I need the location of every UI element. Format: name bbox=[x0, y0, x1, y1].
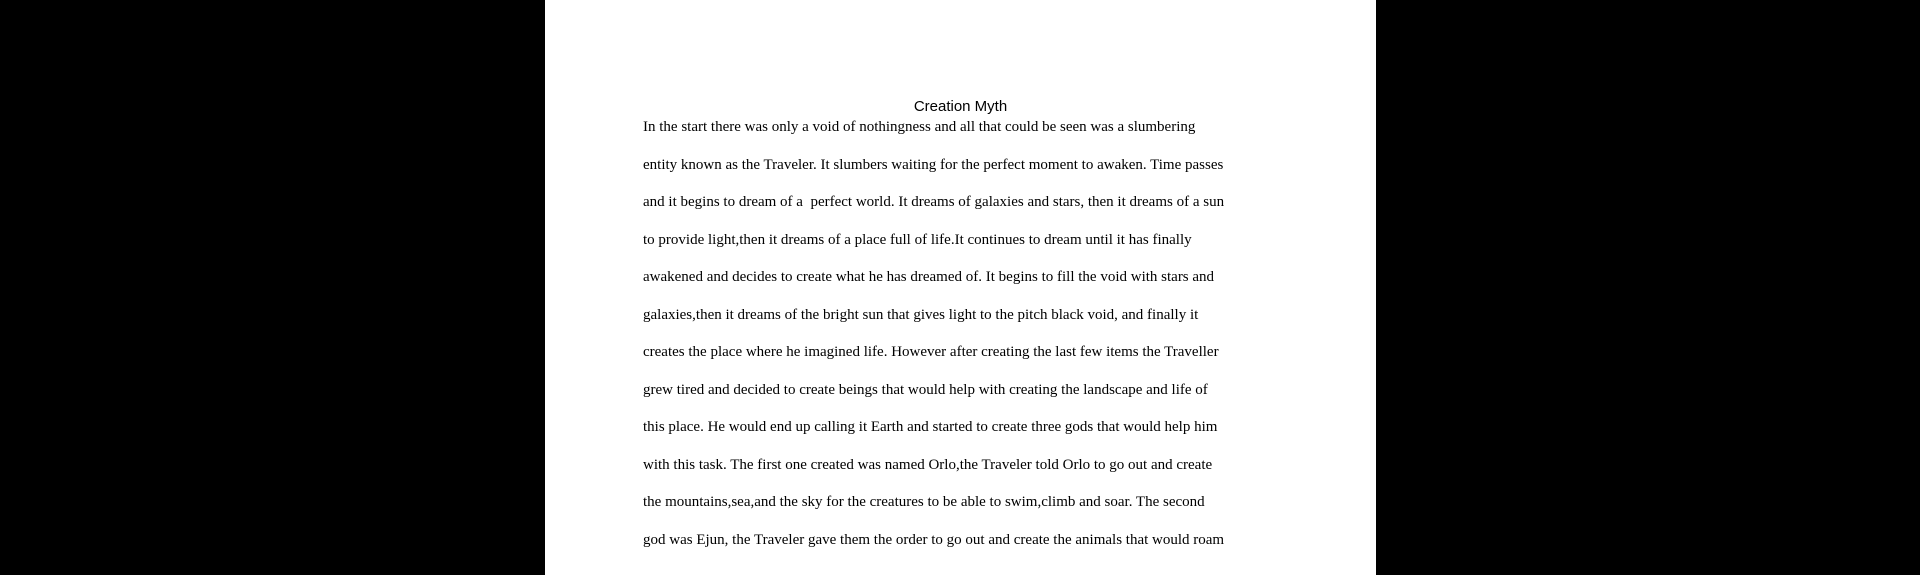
document-line: In the start there was only a void of no… bbox=[643, 119, 1196, 135]
document-line: creates the place where he imagined life… bbox=[643, 344, 1219, 360]
document-body: In the start there was only a void of no… bbox=[643, 117, 1303, 567]
document-line: galaxies,then it dreams of the bright su… bbox=[643, 306, 1199, 323]
document-title: Creation Myth bbox=[913, 98, 1008, 115]
document-line: to provide light,then it dreams of a pla… bbox=[643, 231, 1192, 248]
document-page: Creation Myth In the start there was onl… bbox=[545, 0, 1376, 575]
document-line: god was Ejun, the Traveler gave them the… bbox=[643, 531, 1225, 548]
document-line: entity known as the Traveler. It slumber… bbox=[643, 156, 1224, 173]
document-line: this place. He would end up calling it E… bbox=[643, 419, 1218, 435]
document-line: and it begins to dream of a perfect worl… bbox=[643, 194, 1225, 210]
document-line: grew tired and decided to create beings … bbox=[643, 381, 1208, 398]
document-line: awakened and decides to create what he h… bbox=[643, 269, 1215, 285]
document-line: with this task. The first one created wa… bbox=[643, 456, 1213, 473]
document-line: the mountains,sea,and the sky for the cr… bbox=[643, 494, 1205, 510]
